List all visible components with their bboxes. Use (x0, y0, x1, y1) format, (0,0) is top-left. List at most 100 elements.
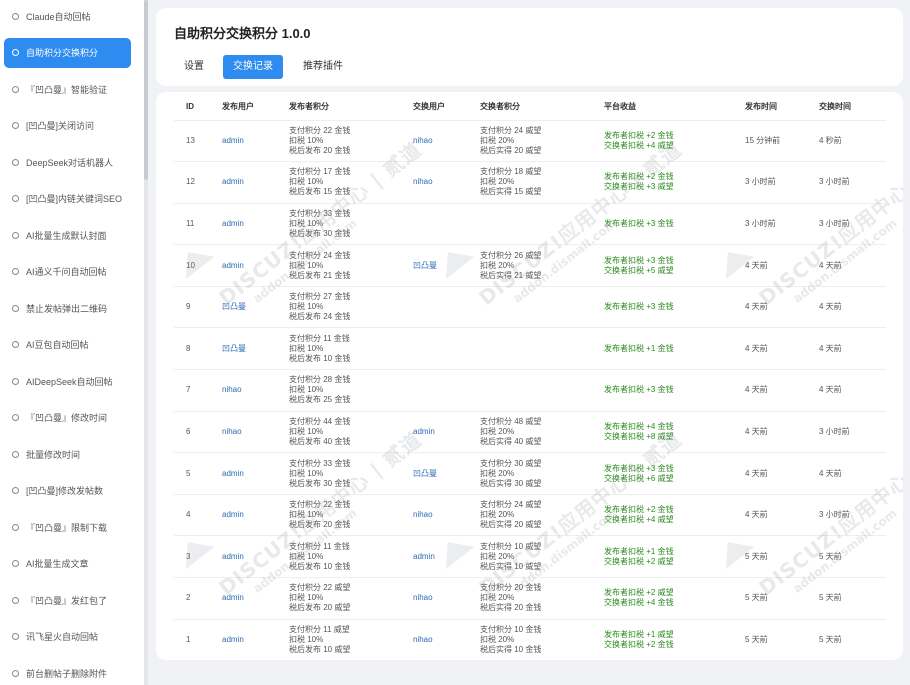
publisher-link[interactable]: admin (222, 469, 244, 478)
publisher-points-line: 支付积分 27 金钱 (289, 292, 351, 302)
publisher-link[interactable]: 凹凸曼 (222, 344, 246, 353)
sidebar-item[interactable]: [凹凸曼]修改发帖数 (4, 476, 131, 506)
circle-bullet-icon (12, 158, 19, 166)
sidebar-item[interactable]: 讯飞星火自动回帖 (4, 622, 131, 652)
publisher-link[interactable]: admin (222, 136, 244, 145)
cell-publish-time: 4 天前 (733, 285, 807, 328)
publisher-link[interactable]: nihao (222, 427, 242, 436)
sidebar-item[interactable]: 自助积分交换积分 (4, 37, 131, 68)
exchanger-link[interactable]: 凹凸曼 (413, 469, 437, 478)
tab-recommended-plugins[interactable]: 推荐插件 (293, 55, 353, 79)
sidebar-item[interactable]: DeepSeek对话机器人 (4, 147, 131, 177)
sidebar-scrollbar[interactable] (144, 0, 148, 685)
exchanger-link[interactable]: nihao (413, 177, 433, 186)
exchanger-link[interactable]: nihao (413, 635, 433, 644)
record-id: 8 (186, 343, 191, 353)
publisher-link[interactable]: admin (222, 177, 244, 186)
cell-publisher-points: 支付积分 11 威望 扣税 10% 税后发布 10 威望 (277, 618, 401, 660)
publish-time: 4 天前 (745, 510, 768, 520)
exchange-time: 4 天前 (819, 385, 842, 395)
col-header-id: ID (186, 102, 194, 112)
records-table: ID 发布用户 发布者积分 交换用户 交换者积分 平台收益 发布时间 交换时间 … (174, 92, 886, 660)
sidebar-item-label: 批量修改时间 (26, 449, 81, 460)
tab-exchange-records[interactable]: 交换记录 (223, 55, 283, 79)
exchanger-link[interactable]: nihao (413, 593, 433, 602)
exchange-time: 5 天前 (819, 635, 842, 645)
cell-exchanger (401, 285, 468, 328)
cell-platform-income: 发布者扣税 +1 金钱 (592, 327, 733, 370)
sidebar-item[interactable]: AI批量生成默认封面 (4, 220, 131, 250)
cell-publish-time: 4 天前 (733, 410, 807, 453)
page-title: 自助积分交换积分 1.0.0 (174, 26, 311, 41)
exchanger-points-line: 支付积分 20 金钱 (480, 583, 542, 593)
income-line: 发布者扣税 +2 金钱 (604, 505, 674, 515)
sidebar-item[interactable]: 『凹凸曼』限制下载 (4, 512, 131, 542)
publisher-link[interactable]: admin (222, 219, 244, 228)
cell-exchange-time: 4 天前 (807, 327, 886, 370)
publisher-link[interactable]: admin (222, 593, 244, 602)
sidebar-item[interactable]: [凹凸曼]内链关键词SEO (4, 184, 131, 214)
cell-publisher-points: 支付积分 17 金钱 扣税 10% 税后发布 15 金钱 (277, 161, 401, 204)
cell-id: 13 (174, 119, 210, 162)
exchanger-link[interactable]: nihao (413, 136, 433, 145)
table-row: 11 admin 支付积分 33 金钱 扣税 10% 税后发布 30 金钱 发布者扣税 +… (174, 202, 886, 245)
circle-bullet-icon (12, 450, 19, 458)
income-line: 发布者扣税 +3 金钱 (604, 385, 674, 395)
income-line: 发布者扣税 +3 金钱 (604, 302, 674, 312)
publisher-points-line: 支付积分 33 金钱 (289, 208, 351, 218)
cell-publisher: nihao (210, 410, 277, 453)
publisher-points-line: 税后发布 30 金钱 (289, 228, 351, 238)
sidebar-item[interactable]: AIDeepSeek自动回帖 (4, 366, 131, 396)
sidebar-item[interactable]: 前台删帖子删除附件 (4, 658, 131, 685)
income-line: 发布者扣税 +3 金钱 (604, 218, 674, 228)
publish-time: 4 天前 (745, 343, 768, 353)
sidebar-item[interactable]: AI通义千问自动回帖 (4, 257, 131, 287)
cell-platform-income: 发布者扣税 +3 金钱 (592, 369, 733, 412)
cell-exchange-time: 5 天前 (807, 618, 886, 660)
sidebar-item[interactable]: 『凹凸曼』智能验证 (4, 74, 131, 104)
sidebar-item[interactable]: [凹凸曼]关闭访问 (4, 111, 131, 141)
income-line: 交换者扣税 +4 金钱 (604, 598, 674, 608)
income-line: 交换者扣税 +5 威望 (604, 265, 674, 275)
circle-bullet-icon (12, 487, 19, 494)
record-id: 12 (186, 177, 195, 187)
cell-exchange-time: 3 小时前 (807, 493, 886, 536)
cell-exchange-time: 4 天前 (807, 452, 886, 495)
publisher-link[interactable]: 凹凸曼 (222, 302, 246, 311)
sidebar-item[interactable]: Claude自动回帖 (4, 1, 131, 31)
sidebar-item[interactable]: AI批量生成文章 (4, 549, 131, 579)
cell-platform-income: 发布者扣税 +2 金钱 交换者扣税 +4 威望 (592, 119, 733, 162)
exchanger-points-line: 扣税 20% (480, 468, 515, 478)
table-row: 1 admin 支付积分 11 威望 扣税 10% 税后发布 10 威望 nihao 支付积… (174, 618, 886, 660)
cell-platform-income: 发布者扣税 +1 金钱 交换者扣税 +2 威望 (592, 535, 733, 578)
circle-bullet-icon (12, 669, 19, 677)
cell-publisher-points: 支付积分 27 金钱 扣税 10% 税后发布 24 金钱 (277, 285, 401, 328)
sidebar-item-label: Claude自动回帖 (26, 11, 91, 22)
sidebar-item-label: [凹凸曼]修改发帖数 (26, 486, 104, 496)
publisher-points-line: 税后发布 30 金钱 (289, 478, 351, 488)
exchanger-link[interactable]: nihao (413, 510, 433, 519)
publisher-link[interactable]: admin (222, 552, 244, 561)
cell-exchange-time: 4 天前 (807, 285, 886, 328)
publisher-link[interactable]: admin (222, 261, 244, 270)
exchanger-points-line: 扣税 20% (480, 593, 515, 603)
sidebar-item[interactable]: AI豆包自动回帖 (4, 330, 131, 360)
cell-platform-income: 发布者扣税 +3 金钱 (592, 202, 733, 245)
publisher-points-line: 扣税 10% (289, 218, 324, 228)
sidebar-scrollbar-thumb[interactable] (144, 0, 148, 180)
cell-exchanger (401, 202, 468, 245)
sidebar-item-label: [凹凸曼]内链关键词SEO (26, 194, 123, 204)
exchanger-link[interactable]: admin (413, 552, 435, 561)
sidebar-item[interactable]: 禁止发帖弹出二维码 (4, 293, 131, 323)
publisher-link[interactable]: admin (222, 635, 244, 644)
publisher-points-line: 扣税 10% (289, 343, 324, 353)
table-header-row: ID 发布用户 发布者积分 交换用户 交换者积分 平台收益 发布时间 交换时间 (174, 92, 886, 120)
publisher-points-line: 支付积分 17 金钱 (289, 167, 351, 177)
sidebar-item[interactable]: 『凹凸曼』发红包了 (4, 585, 131, 615)
publisher-link[interactable]: nihao (222, 385, 242, 394)
publisher-link[interactable]: admin (222, 510, 244, 519)
exchanger-link[interactable]: admin (413, 427, 435, 436)
tab-settings[interactable]: 设置 (174, 55, 214, 79)
sidebar-item[interactable]: 批量修改时间 (4, 439, 131, 469)
sidebar-item[interactable]: 『凹凸曼』修改时间 (4, 403, 131, 433)
